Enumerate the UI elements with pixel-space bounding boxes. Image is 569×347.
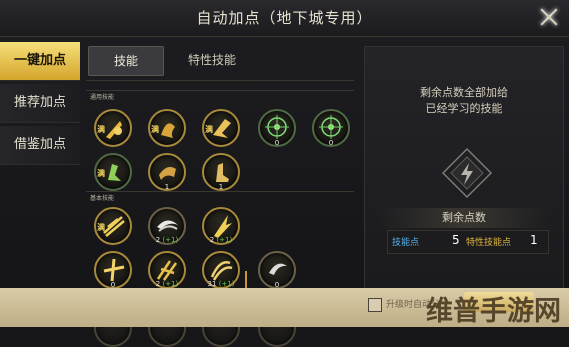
skill-level: 0 [274, 139, 280, 147]
sidebar: 一键加点 推荐加点 借鉴加点 [0, 42, 80, 168]
skill-slot[interactable]: 2 (+1) [202, 207, 240, 245]
skill-level: 1 [218, 183, 224, 191]
skill-slot[interactable]: 0 [312, 109, 350, 147]
watermark: 维普手游网 [426, 296, 561, 327]
skill-slot[interactable]: 1 [202, 153, 240, 191]
auto-assign-checkbox[interactable] [368, 298, 382, 312]
skill-level: 满 [97, 125, 105, 134]
skill-slot[interactable]: 0 [94, 251, 132, 289]
skill-level: 满 [97, 169, 105, 178]
skill-level: 2 (+1) [155, 236, 179, 244]
skill-level: 1 [164, 183, 170, 191]
skill-slot[interactable]: 满 [202, 109, 240, 147]
skill-level: 满 [205, 125, 213, 134]
skill-slot[interactable]: 1 [148, 153, 186, 191]
skill-level: 2 (+1) [209, 236, 233, 244]
sidebar-item-one-click[interactable]: 一键加点 [0, 42, 80, 81]
tab-trait-skills[interactable]: 特性技能 [172, 46, 252, 74]
sidebar-item-reference[interactable]: 借鉴加点 [0, 126, 80, 165]
skill-slot[interactable]: 满 [148, 109, 186, 147]
window-title: 自动加点（地下城专用） [196, 9, 373, 27]
lightning-emblem-icon [441, 147, 493, 199]
close-icon[interactable] [537, 5, 561, 29]
auto-assign-message: 剩余点数全部加给 已经学习的技能 [420, 86, 508, 115]
trait-points-label: 特性技能点 [466, 238, 512, 248]
skill-level: 2 (+1) [155, 280, 179, 288]
skill-slot[interactable]: 0 [258, 251, 296, 289]
divider [86, 90, 354, 91]
sidebar-item-recommended[interactable]: 推荐加点 [0, 84, 80, 123]
title-bar: 自动加点（地下城专用） [0, 0, 569, 37]
skill-slot[interactable]: 2 (+1) [148, 207, 186, 245]
skill-level: 满 [151, 125, 159, 134]
skill-points-value: 5 [452, 233, 460, 247]
game-window: 自动加点（地下城专用） 一键加点 推荐加点 借鉴加点 技能 特性技能 通用技能 … [0, 0, 569, 347]
skill-level: 0 [328, 139, 334, 147]
skill-slot[interactable]: 满 [94, 207, 132, 245]
divider [86, 191, 354, 192]
skill-points-label: 技能点 [392, 238, 420, 248]
skill-level: 满 [97, 223, 105, 232]
section-label-basic: 基本技能 [90, 195, 115, 202]
trait-points-value: 1 [530, 233, 538, 247]
remaining-points-row: 技能点 5 特性技能点 1 [387, 230, 549, 254]
skill-slot[interactable]: 满 [94, 109, 132, 147]
skill-slot[interactable]: 2 (+1) [148, 251, 186, 289]
section-label-general: 通用技能 [90, 94, 115, 101]
skill-slot[interactable]: 满 [94, 153, 132, 191]
auto-assign-panel: 剩余点数全部加给 已经学习的技能 剩余点数 技能点 5 特性技能点 1 [364, 46, 564, 307]
tab-skills[interactable]: 技能 [88, 46, 164, 76]
skill-slot[interactable]: 0 [258, 109, 296, 147]
skill-level: 31 (+1) [207, 280, 235, 288]
remaining-points-title: 剩余点数 [379, 208, 549, 228]
skill-slot[interactable]: 31 (+1) [202, 251, 240, 289]
